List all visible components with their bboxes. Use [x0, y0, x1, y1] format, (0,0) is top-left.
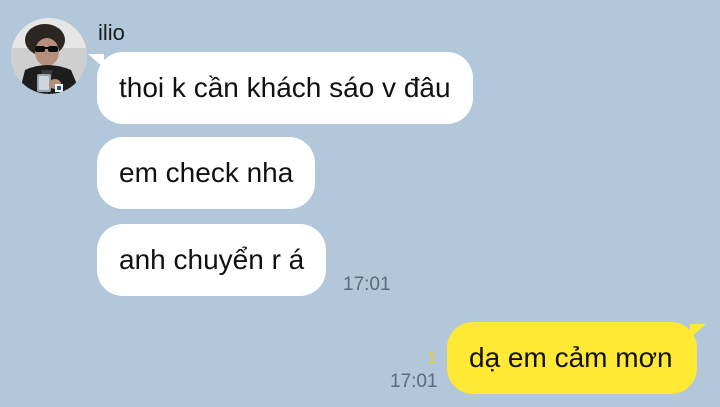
unread-count: 1	[427, 348, 437, 367]
incoming-timestamp: 17:01	[343, 274, 391, 295]
incoming-message[interactable]: anh chuyển r á	[97, 224, 327, 296]
incoming-message[interactable]: thoi k cần khách sáo v đâu	[88, 52, 473, 124]
outgoing-message[interactable]: dạ em cảm mơn	[447, 322, 706, 394]
chat-area[interactable]: ilio thoi k cần khách sáo v đâu em check…	[0, 0, 720, 407]
profile-photo-icon	[11, 18, 87, 94]
sender-avatar[interactable]	[11, 18, 87, 94]
outgoing-timestamp: 17:01	[390, 371, 438, 392]
sender-name: ilio	[98, 20, 125, 45]
incoming-message[interactable]: em check nha	[97, 137, 316, 209]
